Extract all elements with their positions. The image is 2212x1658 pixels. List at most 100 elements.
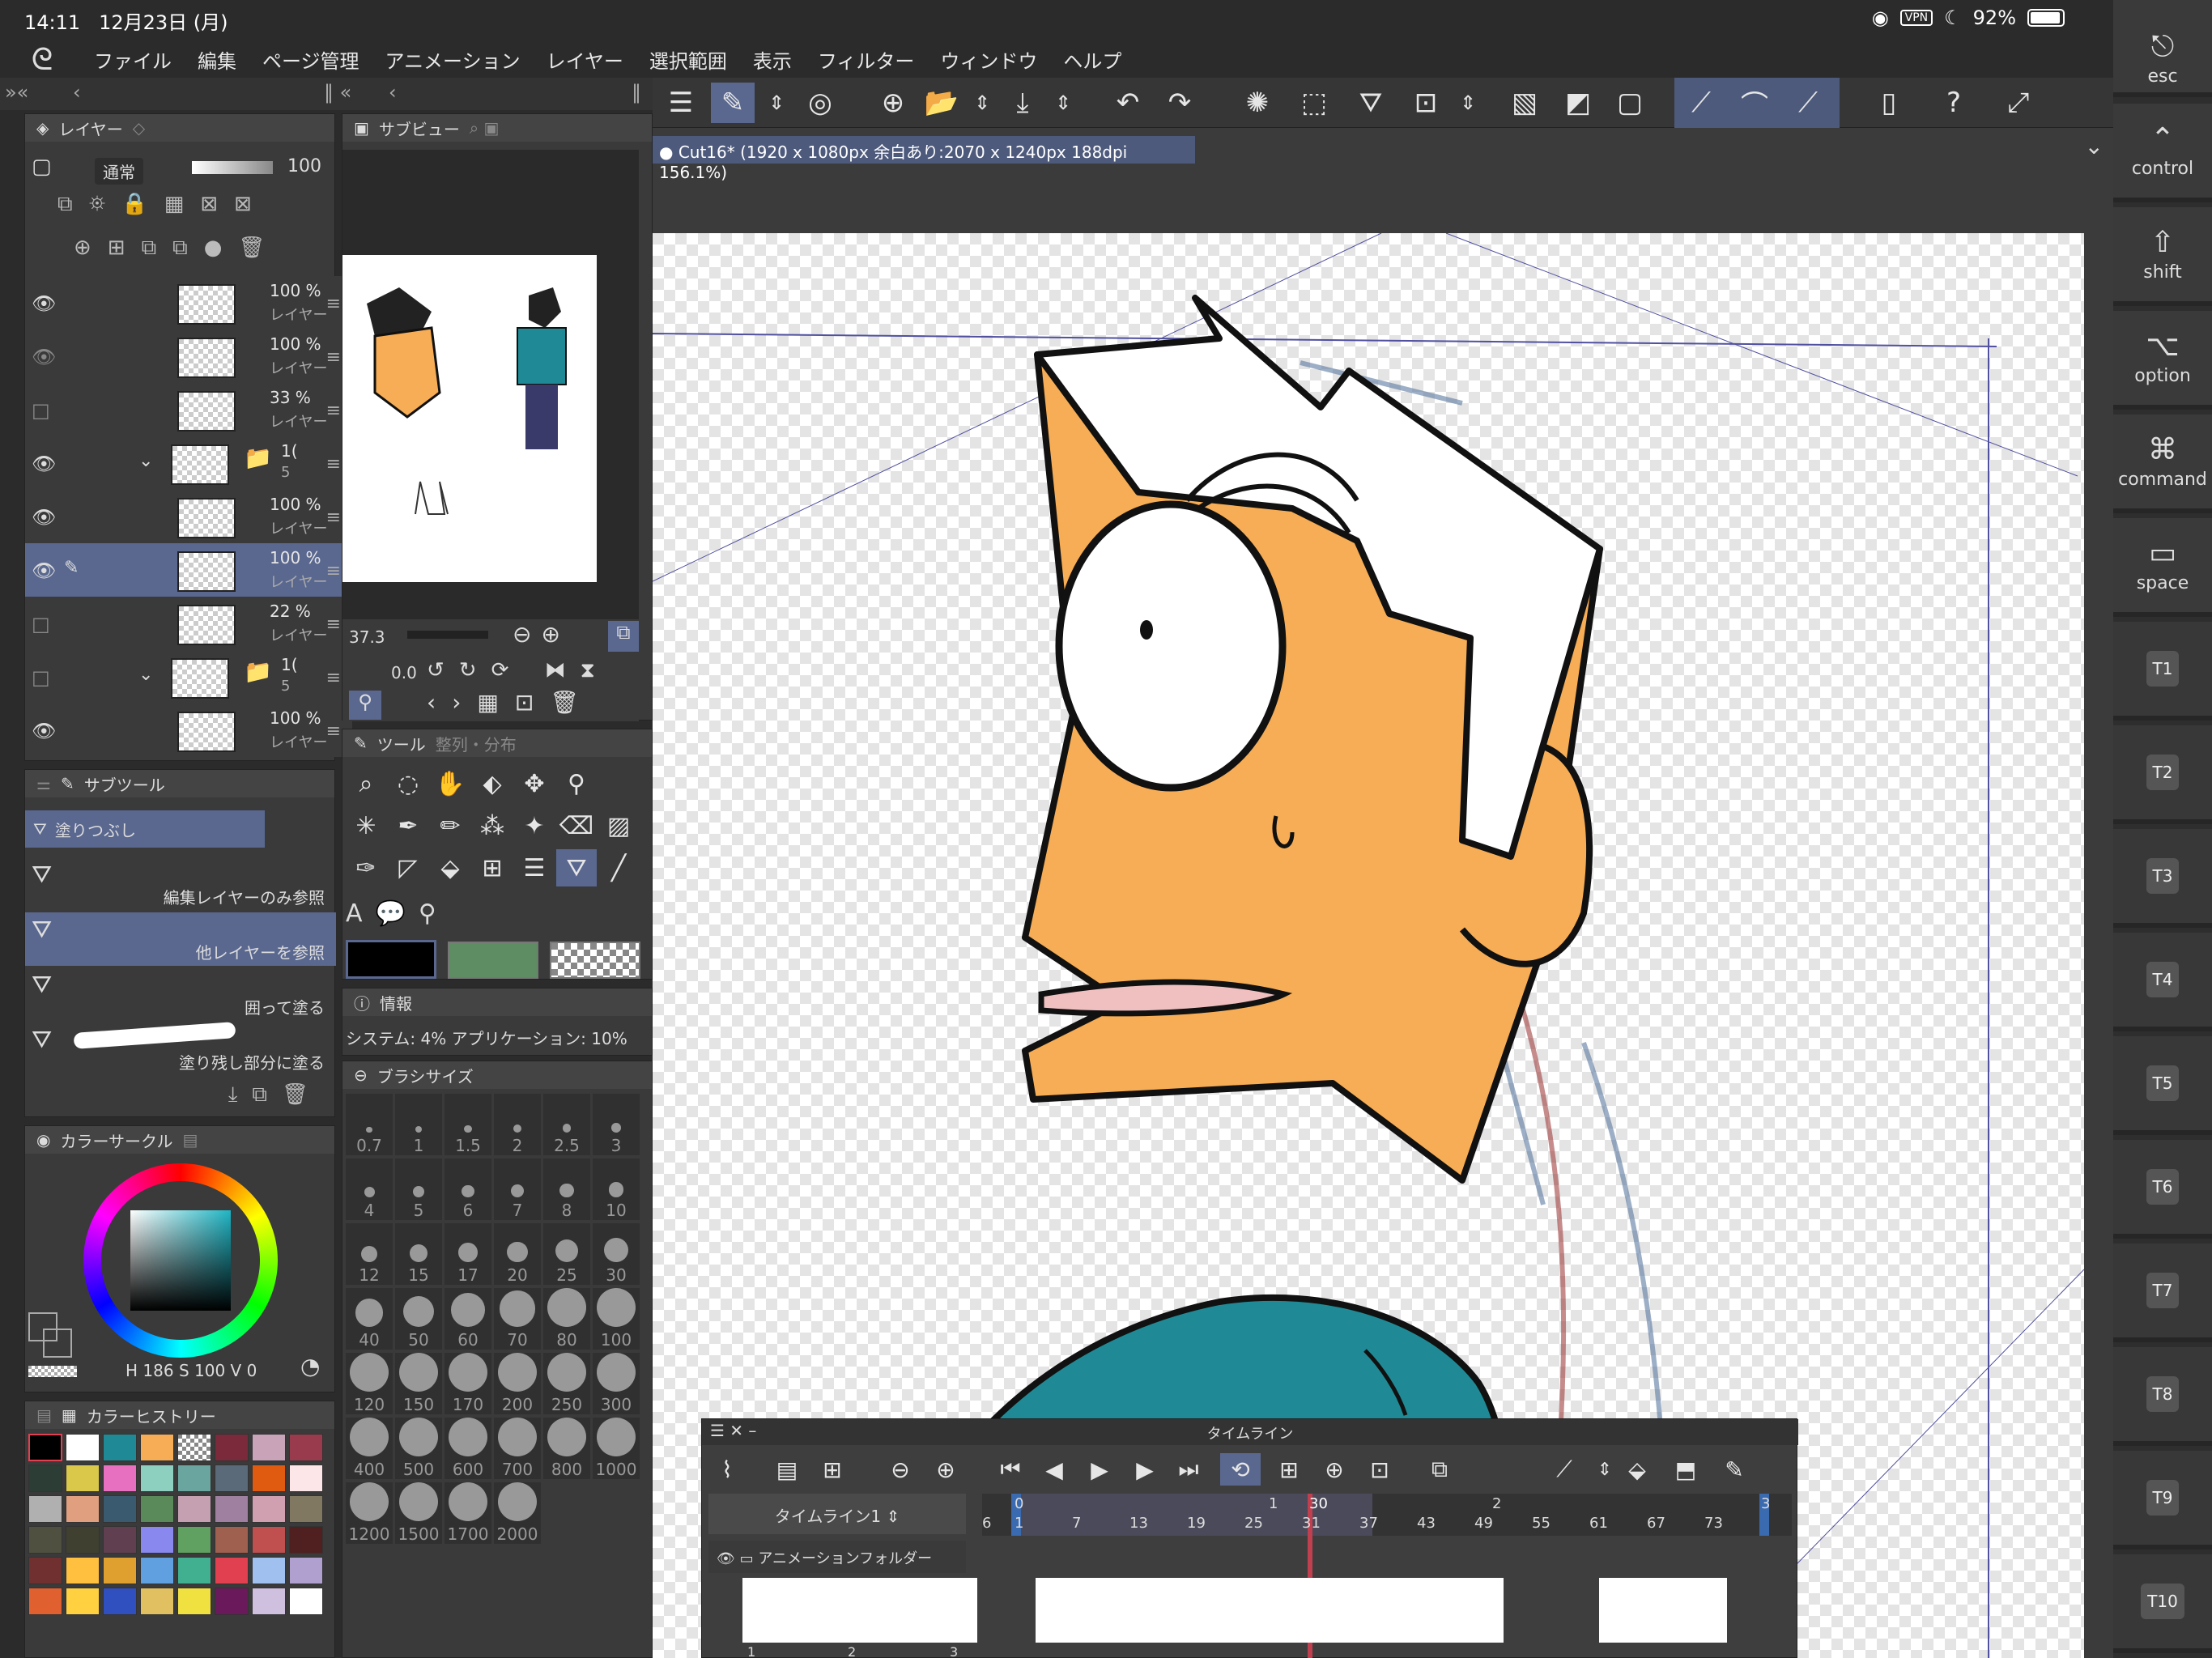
menu-edit[interactable]: 編集: [198, 45, 236, 74]
blend-mode-select[interactable]: 通常: [95, 158, 143, 185]
color-swatch[interactable]: [28, 1526, 62, 1554]
dock-handle-icon[interactable]: ‖ «: [324, 81, 351, 104]
t2-key[interactable]: T2: [2113, 725, 2212, 824]
menu-layer[interactable]: レイヤー: [547, 45, 623, 74]
color-swatch[interactable]: [289, 1465, 323, 1492]
shift-key[interactable]: ⇧ shift: [2113, 207, 2212, 306]
brush-size-cell[interactable]: 10: [593, 1158, 640, 1220]
menu-icon[interactable]: ≡: [326, 294, 341, 314]
pen-tool-icon[interactable]: ✒: [388, 807, 428, 844]
new-file-icon[interactable]: ⊕: [871, 83, 915, 123]
fountain-pen-tool-icon[interactable]: ✑: [346, 849, 386, 886]
blend-tool-icon[interactable]: ⬙: [430, 849, 470, 886]
eye-icon[interactable]: 👁: [32, 559, 56, 582]
clear-icon[interactable]: ▧: [1503, 83, 1546, 123]
color-swatch[interactable]: [66, 1495, 100, 1523]
color-swatch[interactable]: [215, 1434, 249, 1461]
new-timeline-icon[interactable]: ⊞: [812, 1453, 853, 1486]
color-swatch[interactable]: [140, 1588, 174, 1615]
layer-row[interactable]: 👁 100 % レイヤー ≡: [25, 329, 352, 383]
t3-key[interactable]: T3: [2113, 829, 2212, 928]
ruler-tool-icon[interactable]: ☰: [514, 849, 555, 886]
layer-tab[interactable]: レイヤー: [58, 117, 122, 140]
t4-key[interactable]: T4: [2113, 933, 2212, 1031]
layer-row-selected[interactable]: 👁 ✎ 100 % レイヤー ≡: [25, 543, 352, 597]
brush-size-cell[interactable]: 600: [445, 1418, 491, 1479]
color-swatch[interactable]: [177, 1588, 211, 1615]
window-controls-icon[interactable]: ☰ ✕ –: [710, 1421, 756, 1440]
transparent-color-chip[interactable]: [550, 942, 640, 979]
color-set-tab-icon[interactable]: ▤: [36, 1405, 52, 1425]
operation-tool-icon[interactable]: ⬖: [472, 765, 513, 802]
align-tab[interactable]: 整列・分布: [436, 732, 517, 755]
spiral-icon[interactable]: ◎: [798, 83, 842, 123]
frame-tool-icon[interactable]: ⊞: [472, 849, 513, 886]
brush-size-cell[interactable]: 120: [346, 1353, 393, 1414]
color-swatch[interactable]: [215, 1495, 249, 1523]
eraser-tool-icon[interactable]: ⌫: [556, 807, 597, 844]
brush-size-cell[interactable]: 300: [593, 1353, 640, 1414]
pencil-tool-icon[interactable]: ✏: [430, 807, 470, 844]
chevron-up-down-icon[interactable]: ⇕: [1041, 83, 1085, 123]
color-swatch[interactable]: [66, 1588, 100, 1615]
balloon-tool-icon[interactable]: 💬: [376, 899, 419, 928]
color-swatch[interactable]: [66, 1465, 100, 1492]
timeline-name-select[interactable]: タイムライン1 ⇕: [708, 1494, 966, 1534]
eye-icon[interactable]: 👁: [32, 506, 56, 529]
brush-size-cell[interactable]: 25: [543, 1223, 590, 1285]
zoom-value[interactable]: 37.3: [349, 627, 385, 647]
brush-size-cell[interactable]: 170: [445, 1353, 491, 1414]
onion-skin-icon[interactable]: ⧉: [1419, 1453, 1460, 1486]
color-swatch[interactable]: [289, 1588, 323, 1615]
color-swatch[interactable]: [28, 1465, 62, 1492]
saturation-value-square[interactable]: [130, 1210, 231, 1311]
color-history-tab[interactable]: カラーヒストリー: [87, 1404, 216, 1427]
brush-size-cell[interactable]: 700: [494, 1418, 541, 1479]
new-cel-icon[interactable]: ⊞: [1269, 1453, 1309, 1486]
save-icon[interactable]: ⤓: [1001, 83, 1044, 123]
chevron-up-down-icon[interactable]: ⇕: [1446, 83, 1490, 123]
decoration-tool-icon[interactable]: ✦: [514, 807, 555, 844]
t8-key[interactable]: T8: [2113, 1347, 2212, 1446]
layer-tab2-icon[interactable]: ◇: [133, 118, 145, 138]
layer-row[interactable]: 👁 100 % レイヤー ≡: [25, 704, 352, 757]
brush-icon[interactable]: ⌒: [1733, 83, 1776, 123]
color-swatch[interactable]: [215, 1557, 249, 1584]
color-swatch[interactable]: [103, 1557, 137, 1584]
menu-icon[interactable]: ≡: [326, 454, 341, 474]
t10-key[interactable]: T10: [2113, 1554, 2212, 1653]
layer-row[interactable]: □ 33 % レイヤー ≡: [25, 383, 352, 436]
brush-size-cell[interactable]: 200: [494, 1353, 541, 1414]
zoom-slider[interactable]: [407, 631, 488, 639]
color-swatch[interactable]: [103, 1588, 137, 1615]
cel-settings-icon[interactable]: ⊡: [1359, 1453, 1400, 1486]
t5-key[interactable]: T5: [2113, 1036, 2212, 1135]
color-swatch[interactable]: [215, 1465, 249, 1492]
brush-size-cell[interactable]: 80: [543, 1288, 590, 1350]
cel-strip[interactable]: [1036, 1578, 1504, 1643]
color-swatch[interactable]: [252, 1495, 286, 1523]
eye-icon[interactable]: 👁: [717, 1550, 735, 1567]
layer-row[interactable]: 👁 100 % レイヤー ≡: [25, 276, 352, 329]
control-key[interactable]: ⌃ control: [2113, 104, 2212, 202]
chevron-up-down-icon[interactable]: ⇕: [960, 83, 1004, 123]
layer-row[interactable]: 👁 100 % レイヤー ≡: [25, 490, 352, 543]
brush-size-cell[interactable]: 8: [543, 1158, 590, 1220]
pen-pressure-icon[interactable]: ⟋: [1679, 83, 1723, 123]
brush-size-cell[interactable]: 1200: [346, 1482, 393, 1544]
layer-color-icon[interactable]: ▢: [32, 155, 52, 179]
color-swatch[interactable]: [28, 1434, 62, 1461]
chevron-up-down-icon[interactable]: ⇕: [755, 83, 798, 123]
color-swatch[interactable]: [289, 1526, 323, 1554]
loop-icon[interactable]: ⟲: [1220, 1453, 1261, 1486]
brush-size-cell[interactable]: 12: [346, 1223, 393, 1285]
cel-strip[interactable]: [1599, 1578, 1727, 1643]
folder-track-header[interactable]: 👁 ▭ アニメーションフォルダー: [708, 1541, 966, 1573]
menu-icon[interactable]: ≡: [326, 508, 341, 528]
tool-tab[interactable]: ツール: [377, 732, 426, 755]
next-frame-icon[interactable]: ▶: [1125, 1453, 1165, 1486]
chevron-down-icon[interactable]: ⌄: [138, 451, 153, 471]
line-tool-icon[interactable]: ╱: [598, 849, 639, 886]
magic-wand-tool-icon[interactable]: ✳: [346, 807, 386, 844]
assign-cel-icon[interactable]: ⊕: [1314, 1453, 1355, 1486]
